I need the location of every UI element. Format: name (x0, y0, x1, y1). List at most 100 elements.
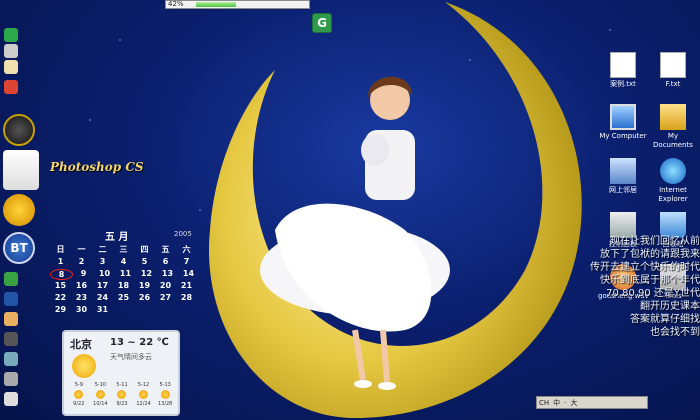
calendar-week: 8 9 10 11 12 13 14 (50, 269, 200, 280)
calendar-day[interactable]: 30 (71, 305, 92, 314)
calendar-day[interactable]: 1 (50, 257, 71, 266)
desktop-icon-label: My Computer (599, 132, 647, 140)
forecast-day: 5-9 9/22 (68, 382, 90, 407)
calendar-day[interactable] (176, 305, 197, 314)
left-dock: BT (0, 10, 42, 420)
desktop-icon-label: 网上邻居 (609, 186, 637, 194)
ime-width[interactable]: 大 (570, 398, 577, 408)
calendar-day[interactable]: 5 (134, 257, 155, 266)
calendar-day[interactable]: 2 (71, 257, 92, 266)
calendar-day[interactable]: 24 (92, 293, 113, 302)
desktop-icon-ie[interactable]: Internet Explorer (648, 158, 698, 204)
forecast-day: 5-10 10/14 (90, 382, 112, 407)
calendar-day[interactable]: 23 (71, 293, 92, 302)
weather-temperature: 13 ~ 22 ℃ (110, 337, 169, 348)
ime-dot[interactable]: · (564, 399, 566, 407)
calendar-day[interactable]: 6 (155, 257, 176, 266)
poem-line: 传开去建立个快乐的时代 (590, 262, 700, 273)
calendar-day[interactable]: 18 (113, 281, 134, 290)
calendar-day[interactable]: 9 (73, 269, 94, 280)
weekday: 五 (161, 245, 170, 254)
app-green-icon[interactable] (4, 28, 18, 42)
word-icon[interactable] (4, 292, 18, 306)
calendar-day[interactable]: 17 (92, 281, 113, 290)
ime-toolbar[interactable]: CH 中 · 大 (536, 396, 648, 409)
calendar-week: 15 16 17 18 19 20 21 (50, 281, 200, 290)
calendar-day[interactable]: 3 (92, 257, 113, 266)
forecast-day: 5-12 12/24 (133, 382, 155, 407)
calendar-day[interactable]: 15 (50, 281, 71, 290)
misc-icon[interactable] (4, 372, 18, 386)
calendar-day[interactable]: 25 (113, 293, 134, 302)
forecast-day: 5-11 9/23 (111, 382, 133, 407)
lightning-icon[interactable] (3, 194, 35, 226)
weather-widget[interactable]: 北京 13 ~ 22 ℃ 天气晴间多云 5-9 9/22 5-10 10/14 5-… (62, 330, 180, 416)
forecast-temp: 9/22 (73, 401, 85, 407)
forecast-date: 5-9 (74, 382, 83, 388)
calendar-day[interactable] (113, 305, 134, 314)
forecast-temp: 10/14 (93, 401, 108, 407)
poem-line: 也会找不到 (650, 327, 700, 338)
progress-percent: 42% (168, 0, 184, 8)
sun-icon (95, 390, 105, 399)
calendar-year: 2005 (174, 230, 192, 238)
calendar-day[interactable]: 27 (155, 293, 176, 302)
weekday: 一 (77, 245, 86, 254)
tool-icon[interactable] (4, 352, 18, 366)
calendar-day[interactable]: 31 (92, 305, 113, 314)
app-red-icon[interactable] (4, 80, 18, 94)
calendar-day[interactable]: 14 (178, 269, 199, 280)
photoshop-icon[interactable] (3, 150, 39, 190)
g-app-icon[interactable]: G (312, 13, 332, 33)
calendar-day[interactable]: 20 (155, 281, 176, 290)
media-icon[interactable] (4, 332, 18, 346)
calendar-week: 1 2 3 4 5 6 7 (50, 257, 200, 266)
calendar-day[interactable]: 19 (134, 281, 155, 290)
calendar-day-today[interactable]: 8 (50, 269, 73, 280)
calendar-day[interactable]: 12 (136, 269, 157, 280)
forecast-temp: 13/28 (157, 401, 173, 407)
calendar-day[interactable]: 26 (134, 293, 155, 302)
ime-mode[interactable]: 中 (553, 398, 560, 408)
folder-icon (660, 104, 686, 130)
forecast-date: 5-12 (137, 382, 150, 388)
wallpaper-moon (208, 2, 582, 418)
desktop-icon-my-documents[interactable]: My Documents (648, 104, 698, 150)
weekday: 三 (119, 245, 128, 254)
calendar-day[interactable]: 11 (115, 269, 136, 280)
download-icon[interactable] (4, 272, 18, 286)
sun-icon (139, 390, 149, 399)
bt-icon[interactable]: BT (3, 232, 35, 264)
poem-line: 快乐到底属于那个年代 (600, 275, 700, 286)
calendar-day[interactable]: 21 (176, 281, 197, 290)
calendar-day[interactable]: 16 (71, 281, 92, 290)
desktop-icon-f-txt[interactable]: F.txt (648, 52, 698, 89)
calendar-day[interactable]: 10 (94, 269, 115, 280)
calendar-day[interactable]: 7 (176, 257, 197, 266)
internet-explorer-icon (660, 158, 686, 184)
desktop-icon-network[interactable]: 网上邻居 (598, 158, 648, 195)
desktop-icon-anli-txt[interactable]: 案例.txt (598, 52, 648, 89)
weekday: 四 (140, 245, 149, 254)
desktop-poem-text: 现在让我们回忆从前 放下了包袱的请跟我来 传开去建立个快乐的时代 快乐到底属于那… (583, 235, 700, 339)
gnome-foot-icon[interactable] (3, 114, 35, 146)
calendar-day[interactable]: 13 (157, 269, 178, 280)
forecast-date: 5-13 (159, 382, 171, 388)
ime-lang[interactable]: CH (539, 399, 549, 407)
weather-description: 天气晴间多云 (110, 353, 152, 361)
qq-penguin-icon[interactable] (4, 60, 18, 74)
calendar-day[interactable]: 22 (50, 293, 71, 302)
desktop-icon-my-computer[interactable]: My Computer (598, 104, 648, 141)
poem-line: 翻开历史课本 (640, 301, 700, 312)
app-gray-icon[interactable] (4, 44, 18, 58)
desktop-icon-label: 案例.txt (610, 80, 636, 88)
misc-icon-2[interactable] (4, 392, 18, 406)
face-icon[interactable] (4, 312, 18, 326)
calendar-day[interactable] (155, 305, 176, 314)
girl-shoe-2 (378, 382, 396, 390)
progress-fill (196, 2, 237, 7)
calendar-day[interactable]: 28 (176, 293, 197, 302)
calendar-day[interactable]: 4 (113, 257, 134, 266)
calendar-day[interactable]: 29 (50, 305, 71, 314)
calendar-day[interactable] (134, 305, 155, 314)
